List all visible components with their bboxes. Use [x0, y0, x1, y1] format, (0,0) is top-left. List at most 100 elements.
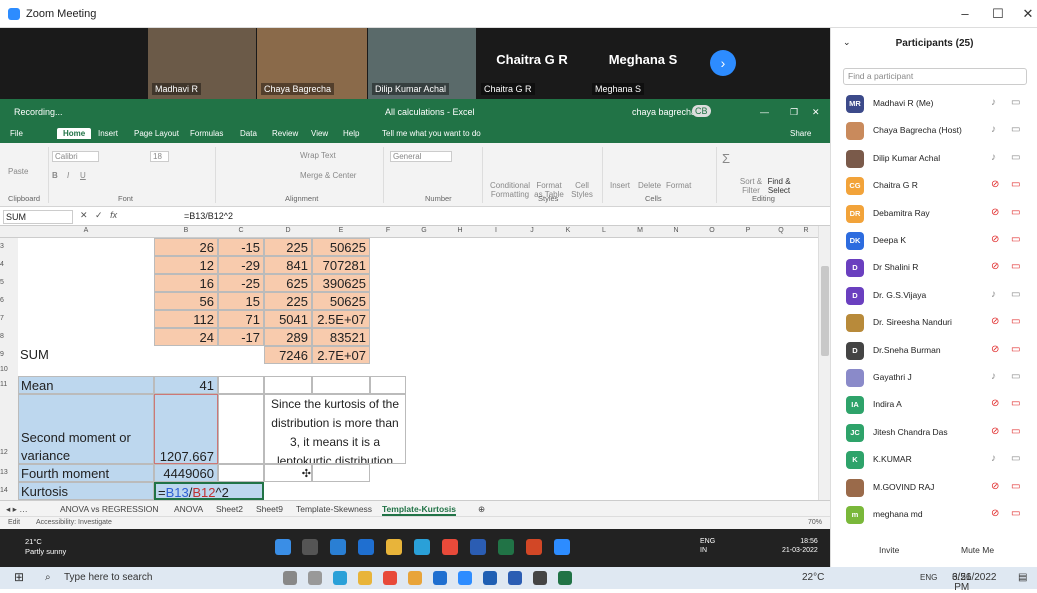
row-header[interactable]: 9	[0, 346, 18, 364]
minimize-button[interactable]: –	[955, 6, 975, 21]
table-cell[interactable]: 707281	[312, 256, 370, 274]
menu-file[interactable]: File	[10, 129, 23, 138]
excel-restore-icon[interactable]: ❐	[790, 107, 798, 118]
mic-muted-icon[interactable]: ⊘	[991, 508, 999, 519]
tab-template-skewness[interactable]: Template-Skewness	[296, 504, 372, 514]
mic-muted-icon[interactable]: ⊘	[991, 234, 999, 245]
share-button[interactable]: Share	[790, 129, 811, 138]
mute-me-button[interactable]: Mute Me	[961, 545, 994, 555]
bold-button[interactable]: B	[52, 171, 58, 180]
row-header[interactable]: 7	[0, 310, 18, 328]
edge-icon[interactable]	[333, 571, 347, 585]
menu-home[interactable]: Home	[57, 128, 92, 139]
table-cell[interactable]: 50625	[312, 292, 370, 310]
video-off-icon[interactable]: ▭	[1011, 179, 1020, 190]
mic-muted-icon[interactable]: ⊘	[991, 207, 999, 218]
mic-icon[interactable]: ♪	[991, 152, 996, 163]
recording-indicator[interactable]: Recording...	[14, 107, 63, 117]
tab-anova-vs-regression[interactable]: ANOVA vs REGRESSION	[60, 504, 159, 514]
table-cell[interactable]: 26	[154, 238, 218, 256]
formula-input[interactable]: =B13/B12^2	[184, 210, 233, 223]
zoom-level[interactable]: 70%	[808, 519, 822, 526]
participant-row[interactable]: M.GOVIND RAJ ⊘ ▭	[831, 474, 1037, 501]
chrome-icon[interactable]	[383, 571, 397, 585]
number-format-select[interactable]: General	[390, 151, 453, 162]
table-cell[interactable]: 56	[154, 292, 218, 310]
fourth-moment-value[interactable]: 4449060	[154, 464, 218, 482]
table-cell[interactable]	[264, 376, 312, 394]
row-header[interactable]: 5	[0, 274, 18, 292]
table-cell[interactable]: 390625	[312, 274, 370, 292]
powerpoint-icon[interactable]	[526, 539, 542, 555]
search-icon[interactable]	[302, 539, 318, 555]
excel-icon[interactable]	[498, 539, 514, 555]
participant-row[interactable]: D Dr.Sneha Burman ⊘ ▭	[831, 337, 1037, 364]
row-header[interactable]: 13	[0, 464, 18, 482]
col-i[interactable]: I	[478, 227, 514, 234]
table-cell[interactable]	[312, 376, 370, 394]
participant-row[interactable]: DR Debamitra Ray ⊘ ▭	[831, 200, 1037, 227]
font-size-select[interactable]: 18	[150, 151, 169, 162]
table-cell[interactable]: 83521	[312, 328, 370, 346]
row-header[interactable]: 4	[0, 256, 18, 274]
mean-label[interactable]: Mean	[18, 376, 154, 394]
spreadsheet-grid[interactable]: A B C D E F G H I J K L M N O P Q R 3 26…	[0, 226, 818, 500]
edge-icon[interactable]	[414, 539, 430, 555]
col-p[interactable]: P	[730, 227, 766, 234]
table-cell[interactable]: 15	[218, 292, 264, 310]
kurtosis-label[interactable]: Kurtosis	[18, 482, 154, 500]
video-tile-dilip[interactable]: Dilip Kumar Achal	[368, 28, 476, 99]
paste-button[interactable]: Paste	[8, 167, 28, 176]
close-button[interactable]: ✕	[1018, 6, 1037, 22]
row-header[interactable]: 6	[0, 292, 18, 310]
row-header[interactable]: 3	[0, 238, 18, 256]
word-icon[interactable]	[508, 571, 522, 585]
taskbar-search-input[interactable]: Type here to search	[64, 572, 152, 583]
menu-help[interactable]: Help	[343, 129, 359, 138]
participant-row[interactable]: D Dr Shalini R ⊘ ▭	[831, 254, 1037, 281]
tab-sheet9[interactable]: Sheet9	[256, 504, 283, 514]
table-cell[interactable]	[218, 464, 264, 482]
taskbar-weather[interactable]: 22°C	[802, 572, 824, 583]
vertical-scrollbar[interactable]	[818, 226, 830, 500]
col-g[interactable]: G	[406, 227, 442, 234]
table-cell[interactable]: 225	[264, 238, 312, 256]
participant-row[interactable]: m meghana md ⊘ ▭	[831, 501, 1037, 528]
col-a[interactable]: A	[18, 227, 154, 234]
table-cell[interactable]: 12	[154, 256, 218, 274]
autosum-icon[interactable]: Σ	[722, 151, 730, 166]
zoom-icon[interactable]	[554, 539, 570, 555]
mic-muted-icon[interactable]: ⊘	[991, 179, 999, 190]
table-cell[interactable]	[218, 376, 264, 394]
table-cell[interactable]: 289	[264, 328, 312, 346]
video-off-icon[interactable]: ▭	[1011, 207, 1020, 218]
tab-sheet2[interactable]: Sheet2	[216, 504, 243, 514]
sum-label[interactable]: SUM	[20, 346, 154, 364]
participant-row[interactable]: Gayathri J ♪ ▭	[831, 364, 1037, 391]
italic-button[interactable]: I	[67, 171, 69, 180]
video-tile-meghana[interactable]: Meghana S Meghana S	[588, 28, 698, 99]
table-cell[interactable]: 625	[264, 274, 312, 292]
video-icon[interactable]: ▭	[1011, 97, 1020, 108]
folder-icon[interactable]	[408, 571, 422, 585]
video-off-icon[interactable]: ▭	[1011, 398, 1020, 409]
participant-row[interactable]: Dr. Sireesha Nanduri ⊘ ▭	[831, 309, 1037, 336]
chrome-icon[interactable]	[442, 539, 458, 555]
participant-row[interactable]: DK Deepa K ⊘ ▭	[831, 227, 1037, 254]
cell-styles-button[interactable]: Cell Styles	[568, 181, 596, 199]
notifications-icon[interactable]: ▤	[1018, 572, 1027, 583]
mic-icon[interactable]: ♪	[991, 124, 996, 135]
kurtosis-formula-cell[interactable]: =B13/B12^2	[154, 482, 264, 500]
merge-center-button[interactable]: Merge & Center	[300, 171, 356, 180]
table-cell[interactable]: 71	[218, 310, 264, 328]
participant-search-input[interactable]: Find a participant	[843, 68, 1027, 85]
row-header[interactable]: 10	[0, 364, 18, 376]
col-q[interactable]: Q	[766, 227, 796, 234]
table-cell[interactable]: -29	[218, 256, 264, 274]
font-name-select[interactable]: Calibri	[52, 151, 99, 162]
fourth-moment-label[interactable]: Fourth moment	[18, 464, 154, 482]
mic-muted-icon[interactable]: ⊘	[991, 316, 999, 327]
menu-data[interactable]: Data	[240, 129, 257, 138]
menu-insert[interactable]: Insert	[98, 129, 118, 138]
col-h[interactable]: H	[442, 227, 478, 234]
